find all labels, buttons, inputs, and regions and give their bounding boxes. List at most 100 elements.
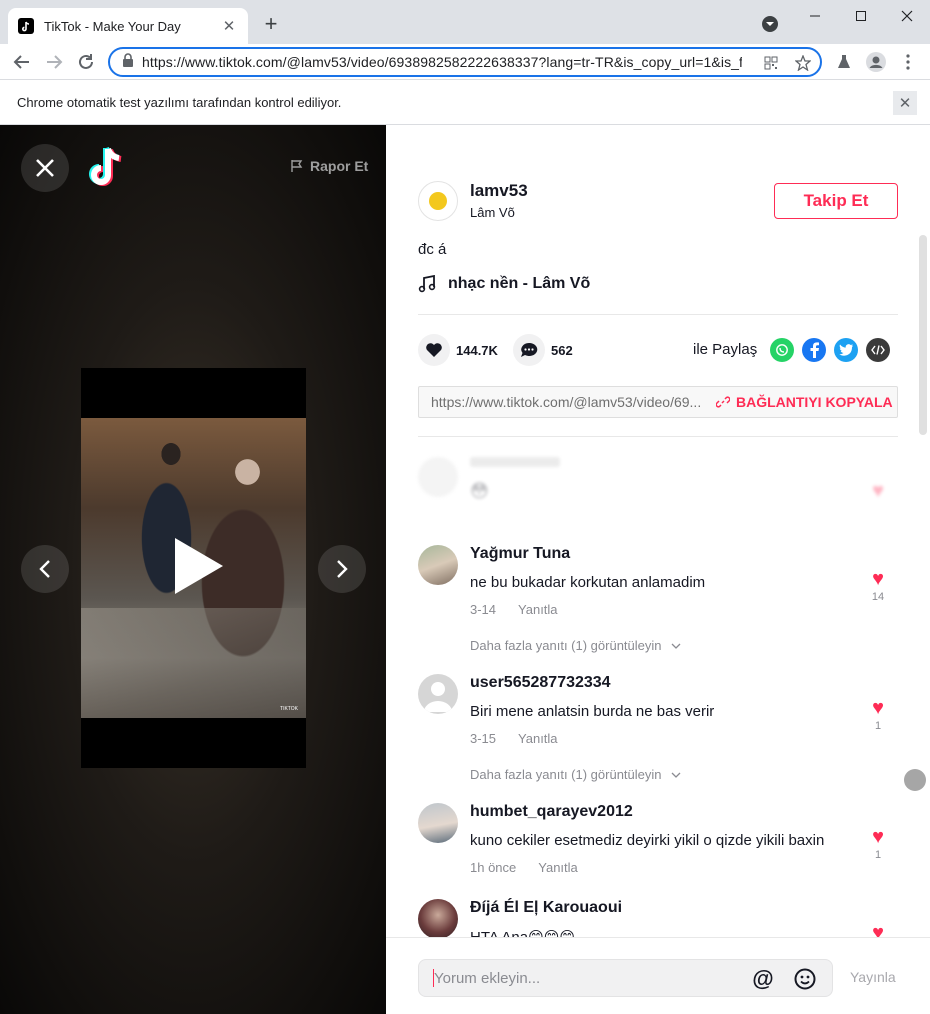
- panel-scrollbar[interactable]: [919, 235, 927, 435]
- view-more-replies[interactable]: Daha fazla yanıtı (1) görüntüleyin: [470, 767, 681, 782]
- comment-author[interactable]: Yağmur Tuna: [470, 545, 570, 563]
- heart-icon: [418, 334, 450, 366]
- comment-text: Biri mene anlatsin burda ne bas verir: [470, 703, 715, 720]
- comment-meta: 3-15 Yanıtla: [470, 731, 558, 746]
- play-icon[interactable]: [175, 538, 223, 594]
- maximize-icon[interactable]: [846, 6, 876, 26]
- window-close-icon[interactable]: [892, 6, 922, 26]
- qr-code-icon[interactable]: [762, 54, 780, 72]
- flag-icon: [291, 160, 303, 172]
- profile-avatar-icon[interactable]: [862, 48, 890, 76]
- tab-close-icon[interactable]: ✕: [220, 17, 238, 35]
- comment-like-count: 1: [874, 849, 882, 861]
- comment-stat[interactable]: 562: [513, 334, 573, 366]
- report-button[interactable]: Rapor Et: [290, 158, 368, 174]
- previous-video-button[interactable]: [21, 545, 69, 593]
- author-avatar[interactable]: [418, 181, 458, 221]
- post-comment-button[interactable]: Yayınla: [850, 969, 896, 985]
- tab-title: TikTok - Make Your Day: [44, 18, 181, 34]
- address-bar[interactable]: https://www.tiktok.com/@lamv53/video/693…: [108, 47, 822, 77]
- music-title: nhạc nền - Lâm Võ: [448, 275, 591, 292]
- comment-input-box[interactable]: @: [418, 959, 833, 997]
- reload-icon[interactable]: [72, 48, 100, 76]
- comment-count: 562: [551, 342, 573, 358]
- comment-avatar: [418, 457, 458, 497]
- comment-like-button: ♥: [864, 481, 892, 501]
- heart-icon: ♥: [872, 826, 884, 848]
- embed-code-icon[interactable]: [866, 338, 890, 362]
- comment-avatar[interactable]: [418, 545, 458, 585]
- comment-date: 3-15: [470, 731, 497, 746]
- comment-input[interactable]: [434, 969, 734, 987]
- divider: [418, 436, 898, 437]
- comment-list: 😳 ♥ Yağmur Tuna ne bu bukadar korkutan a…: [386, 445, 916, 937]
- comment-author[interactable]: user565287732334: [470, 674, 611, 692]
- comment-text: kuno cekiler esetmediz deyirki yikil o q…: [470, 832, 825, 849]
- comment-author[interactable]: Ðíjá Él Eļ Karouaoui: [470, 899, 622, 917]
- kebab-menu-icon[interactable]: [894, 48, 922, 76]
- comment-author[interactable]: humbet_qarayev2012: [470, 803, 633, 821]
- tiktok-logo-icon[interactable]: [88, 145, 130, 191]
- copy-link-button[interactable]: BAĞLANTIYI KOPYALA: [716, 394, 893, 410]
- chevron-down-icon: [671, 643, 681, 649]
- video-details-panel: lamv53 Lâm Võ Takip Et đc á nhạc nền - L…: [386, 125, 930, 1014]
- facebook-icon[interactable]: [802, 338, 826, 362]
- author-username[interactable]: lamv53: [470, 181, 528, 201]
- comment-avatar[interactable]: [418, 674, 458, 714]
- comment-item: Ðíjá Él Eļ Karouaoui HTA Ana😊😊😊 ♥: [418, 899, 898, 937]
- twitter-icon[interactable]: [834, 338, 858, 362]
- comment-meta: 3-14 Yanıtla: [470, 602, 558, 617]
- view-more-label: Daha fazla yanıtı (1) görüntüleyin: [470, 638, 662, 653]
- next-video-button[interactable]: [318, 545, 366, 593]
- comment-item: user565287732334 Biri mene anlatsin burd…: [418, 674, 898, 794]
- experiments-flask-icon[interactable]: [830, 48, 858, 76]
- url-text: https://www.tiktok.com/@lamv53/video/693…: [142, 54, 742, 70]
- video-pane: Rapor Et TIKTOK: [0, 125, 386, 1014]
- comment-date: 1h önce: [470, 860, 517, 875]
- reply-button[interactable]: Yanıtla: [518, 731, 558, 746]
- close-icon: [36, 159, 54, 177]
- close-video-button[interactable]: [21, 144, 69, 192]
- infobar-text: Chrome otomatik test yazılımı tarafından…: [17, 95, 342, 110]
- copy-link-box: https://www.tiktok.com/@lamv53/video/69.…: [418, 386, 898, 418]
- reply-button[interactable]: Yanıtla: [538, 860, 578, 875]
- back-arrow-icon[interactable]: [8, 48, 36, 76]
- automation-infobar: Chrome otomatik test yazılımı tarafından…: [0, 81, 930, 125]
- music-note-icon: [418, 275, 436, 293]
- browser-toolbar: https://www.tiktok.com/@lamv53/video/693…: [0, 44, 930, 80]
- comment-avatar[interactable]: [418, 803, 458, 843]
- share-url-text: https://www.tiktok.com/@lamv53/video/69.…: [431, 394, 702, 410]
- comment-like-button[interactable]: ♥ 1: [864, 698, 892, 732]
- tab-search-icon[interactable]: [760, 14, 780, 34]
- comment-text: ne bu bukadar korkutan anlamadim: [470, 574, 706, 591]
- music-link[interactable]: nhạc nền - Lâm Võ: [418, 275, 590, 293]
- video-player[interactable]: TIKTOK: [81, 368, 306, 768]
- comment-item: 😳 ♥: [418, 457, 898, 517]
- reply-button[interactable]: Yanıtla: [518, 602, 558, 617]
- browser-tab[interactable]: TikTok - Make Your Day ✕: [8, 8, 248, 44]
- minimize-icon[interactable]: [800, 6, 830, 26]
- divider: [418, 314, 898, 315]
- mention-at-icon[interactable]: @: [751, 966, 775, 991]
- comment-item: humbet_qarayev2012 kuno cekiler esetmedi…: [418, 803, 898, 883]
- heart-icon: ♥: [872, 568, 884, 590]
- emoji-smile-icon[interactable]: [793, 967, 817, 991]
- comment-item: Yağmur Tuna ne bu bukadar korkutan anlam…: [418, 545, 898, 665]
- comment-composer: @ Yayınla: [386, 937, 930, 1014]
- infobar-close-icon[interactable]: ✕: [893, 91, 917, 115]
- comment-avatar[interactable]: [418, 899, 458, 937]
- whatsapp-icon[interactable]: [770, 338, 794, 362]
- comment-like-button[interactable]: ♥ 1: [864, 827, 892, 861]
- comment-like-button[interactable]: ♥ 14: [864, 569, 892, 603]
- like-count: 144.7K: [456, 342, 498, 358]
- view-more-replies[interactable]: Daha fazla yanıtı (1) görüntüleyin: [470, 638, 681, 653]
- forward-arrow-icon[interactable]: [40, 48, 68, 76]
- bookmark-star-icon[interactable]: [794, 54, 812, 72]
- heart-icon: ♥: [872, 697, 884, 719]
- like-stat[interactable]: 144.7K: [418, 334, 498, 366]
- avatar-emoji-icon: [429, 192, 447, 210]
- comment-like-button[interactable]: ♥: [864, 923, 892, 937]
- follow-button[interactable]: Takip Et: [774, 183, 898, 219]
- new-tab-button[interactable]: +: [258, 12, 284, 38]
- chevron-right-icon: [337, 560, 348, 578]
